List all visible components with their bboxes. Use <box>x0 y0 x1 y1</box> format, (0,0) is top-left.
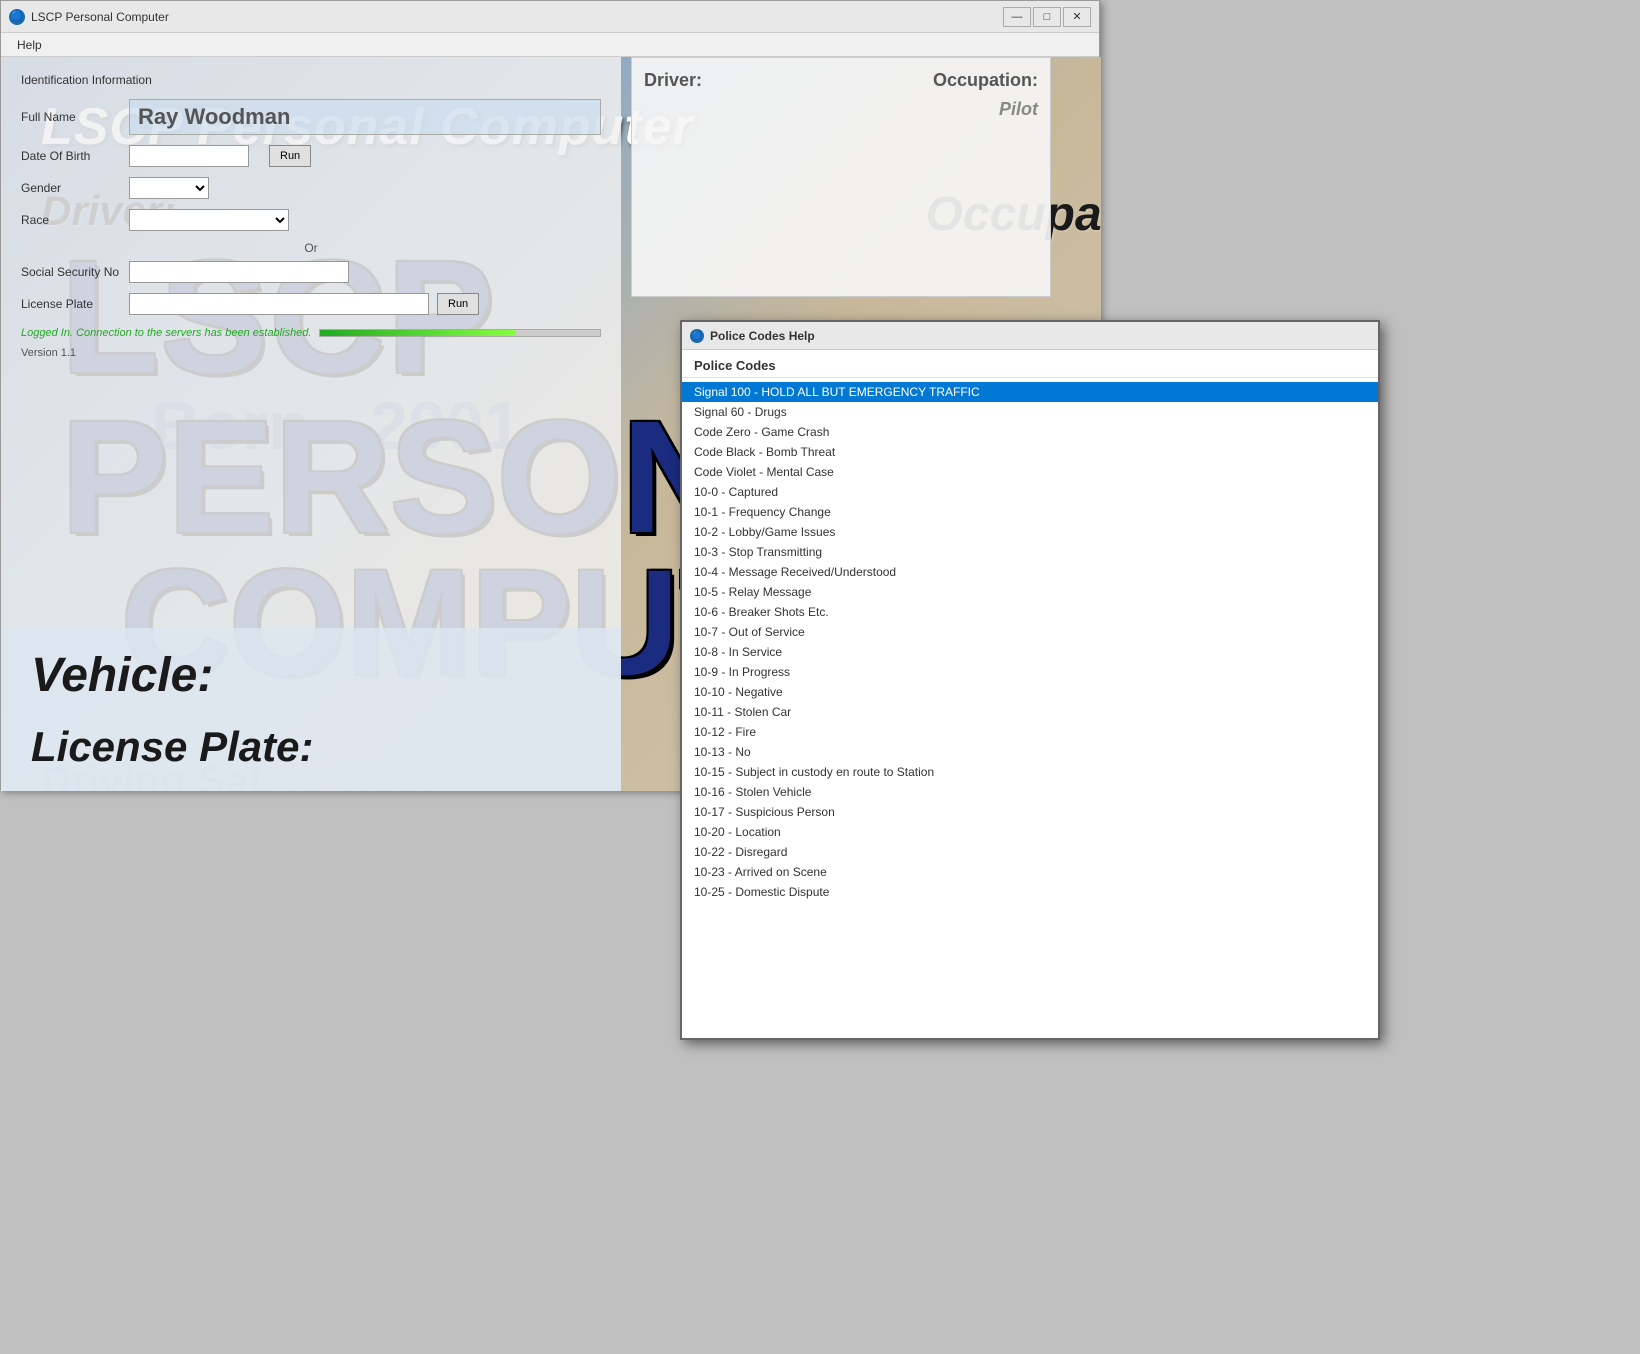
run-button-1[interactable]: Run <box>269 145 311 167</box>
maximize-button[interactable]: □ <box>1033 7 1061 27</box>
police-code-item[interactable]: 10-10 - Negative <box>682 682 1378 702</box>
police-code-item[interactable]: 10-2 - Lobby/Game Issues <box>682 522 1378 542</box>
status-row: Logged In. Connection to the servers has… <box>21 327 601 339</box>
race-select[interactable]: White Black Hispanic Asian <box>129 209 289 231</box>
police-code-item[interactable]: Signal 100 - HOLD ALL BUT EMERGENCY TRAF… <box>682 382 1378 402</box>
police-code-item[interactable]: 10-9 - In Progress <box>682 662 1378 682</box>
id-occupation-label: Occupation: <box>933 70 1038 91</box>
police-code-item[interactable]: 10-8 - In Service <box>682 642 1378 662</box>
form-panel: Identification Information Full Name Dat… <box>1 57 621 791</box>
ssn-input[interactable] <box>129 261 349 283</box>
police-code-item[interactable]: Code Black - Bomb Threat <box>682 442 1378 462</box>
police-code-item[interactable]: 10-15 - Subject in custody en route to S… <box>682 762 1378 782</box>
license-plate-input[interactable] <box>129 293 429 315</box>
menu-help[interactable]: Help <box>9 36 50 54</box>
gender-label: Gender <box>21 181 121 195</box>
lower-license-plate-label: License Plate: <box>31 723 591 771</box>
police-code-item[interactable]: 10-1 - Frequency Change <box>682 502 1378 522</box>
gender-row: Gender Male Female <box>21 177 601 199</box>
dob-input[interactable] <box>129 145 249 167</box>
police-code-item[interactable]: 10-7 - Out of Service <box>682 622 1378 642</box>
police-code-item[interactable]: 10-16 - Stolen Vehicle <box>682 782 1378 802</box>
app-icon: 🔵 <box>9 9 25 25</box>
progress-bar-fill <box>320 330 516 336</box>
license-plate-row: License Plate Run <box>21 293 601 315</box>
version-text: Version 1.1 <box>21 347 601 359</box>
police-code-item[interactable]: 10-20 - Location <box>682 822 1378 842</box>
full-name-input[interactable] <box>129 99 601 135</box>
gender-select[interactable]: Male Female <box>129 177 209 199</box>
police-code-item[interactable]: 10-12 - Fire <box>682 722 1378 742</box>
menu-bar: Help <box>1 33 1099 57</box>
police-codes-list[interactable]: Signal 100 - HOLD ALL BUT EMERGENCY TRAF… <box>682 378 1378 1030</box>
police-codes-icon: 🔵 <box>690 329 704 343</box>
ssn-row: Social Security No <box>21 261 601 283</box>
police-code-item[interactable]: 10-0 - Captured <box>682 482 1378 502</box>
title-bar-left: 🔵 LSCP Personal Computer <box>9 9 169 25</box>
police-code-item[interactable]: 10-23 - Arrived on Scene <box>682 862 1378 882</box>
title-bar: 🔵 LSCP Personal Computer — □ ✕ <box>1 1 1099 33</box>
title-bar-buttons: — □ ✕ <box>1003 7 1091 27</box>
police-code-item[interactable]: 10-13 - No <box>682 742 1378 762</box>
window-title: LSCP Personal Computer <box>31 10 169 24</box>
police-codes-window: 🔵 Police Codes Help Police Codes Signal … <box>680 320 1380 1040</box>
police-code-item[interactable]: 10-22 - Disregard <box>682 842 1378 862</box>
vehicle-label: Vehicle: <box>31 648 591 703</box>
id-driver-label: Driver: <box>644 70 702 91</box>
id-display-row: Driver: Occupation: <box>644 70 1038 91</box>
police-code-item[interactable]: Signal 60 - Drugs <box>682 402 1378 422</box>
license-plate-label: License Plate <box>21 297 121 311</box>
id-section: Identification Information Full Name Dat… <box>1 57 621 375</box>
police-code-item[interactable]: Code Violet - Mental Case <box>682 462 1378 482</box>
police-code-item[interactable]: 10-5 - Relay Message <box>682 582 1378 602</box>
dob-row: Date Of Birth Run <box>21 145 601 167</box>
police-code-item[interactable]: 10-17 - Suspicious Person <box>682 802 1378 822</box>
run-button-2[interactable]: Run <box>437 293 479 315</box>
police-code-item[interactable]: 10-4 - Message Received/Understood <box>682 562 1378 582</box>
police-codes-section: Police Codes <box>682 350 1378 378</box>
section-title: Identification Information <box>21 73 601 87</box>
id-pilot-value: Pilot <box>999 99 1038 120</box>
police-codes-title: Police Codes Help <box>710 329 815 343</box>
minimize-button[interactable]: — <box>1003 7 1031 27</box>
status-text: Logged In. Connection to the servers has… <box>21 327 311 339</box>
or-label: Or <box>21 241 601 255</box>
race-row: Race White Black Hispanic Asian <box>21 209 601 231</box>
police-code-item[interactable]: 10-6 - Breaker Shots Etc. <box>682 602 1378 622</box>
id-value-row: Pilot <box>644 99 1038 120</box>
police-code-item[interactable]: 10-11 - Stolen Car <box>682 702 1378 722</box>
police-codes-titlebar: 🔵 Police Codes Help <box>682 322 1378 350</box>
ssn-label: Social Security No <box>21 265 121 279</box>
close-button[interactable]: ✕ <box>1063 7 1091 27</box>
full-name-label: Full Name <box>21 110 121 124</box>
progress-bar <box>319 329 601 337</box>
dob-label: Date Of Birth <box>21 149 121 163</box>
race-label: Race <box>21 213 121 227</box>
police-code-item[interactable]: Code Zero - Game Crash <box>682 422 1378 442</box>
police-code-item[interactable]: 10-25 - Domestic Dispute <box>682 882 1378 902</box>
police-code-item[interactable]: 10-3 - Stop Transmitting <box>682 542 1378 562</box>
right-panel: Driver: Occupation: Pilot <box>631 57 1051 297</box>
full-name-row: Full Name <box>21 99 601 135</box>
lower-section: Vehicle: License Plate: <box>1 628 621 791</box>
